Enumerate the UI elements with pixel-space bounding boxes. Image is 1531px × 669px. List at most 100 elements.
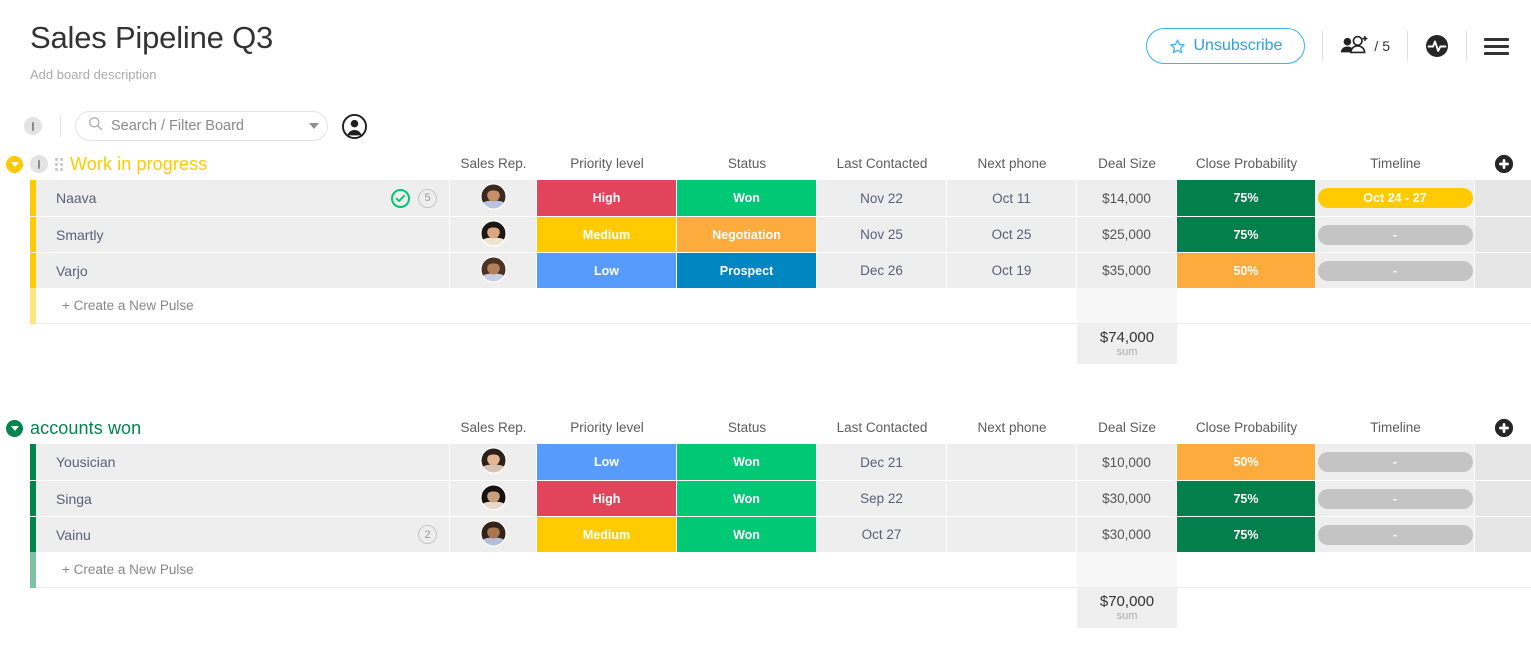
cell-close-probability[interactable]: 50%: [1177, 444, 1316, 480]
cell-sales-rep[interactable]: [450, 481, 537, 516]
cell-status[interactable]: Prospect: [677, 253, 817, 288]
column-header[interactable]: Close Probability: [1177, 148, 1316, 180]
cell-close-probability[interactable]: 75%: [1177, 517, 1316, 552]
board-description[interactable]: Add board description: [30, 67, 1507, 83]
column-header[interactable]: Next phone: [947, 412, 1077, 444]
cell-priority-level[interactable]: Low: [537, 253, 677, 288]
row-updates-count-badge[interactable]: 5: [418, 189, 437, 208]
column-header[interactable]: Priority level: [537, 148, 677, 180]
deal-size-sum[interactable]: $70,000 sum: [1077, 588, 1177, 628]
cell-status[interactable]: Won: [677, 444, 817, 480]
cell-status[interactable]: Won: [677, 180, 817, 216]
cell-sales-rep[interactable]: [450, 180, 537, 216]
row-updates-count-badge[interactable]: 2: [418, 525, 437, 544]
cell-deal-size[interactable]: $10,000: [1077, 444, 1177, 480]
cell-name[interactable]: Varjo: [36, 253, 450, 288]
column-header[interactable]: Deal Size: [1077, 148, 1177, 180]
cell-last-contacted[interactable]: Sep 22: [817, 481, 947, 516]
cell-last-contacted[interactable]: Dec 21: [817, 444, 947, 480]
table-row[interactable]: Varjo Low Prospect Dec 26 Oct 19 $35,000…: [0, 252, 1531, 288]
user-avatar-icon[interactable]: [342, 114, 367, 139]
group-title[interactable]: Work in progress: [70, 154, 207, 175]
create-pulse-row[interactable]: + Create a New Pulse: [0, 288, 1531, 324]
cell-deal-size[interactable]: $25,000: [1077, 217, 1177, 252]
timeline-pill[interactable]: Oct 24 - 27: [1318, 188, 1473, 208]
timeline-pill[interactable]: -: [1318, 225, 1473, 245]
cell-name[interactable]: Yousician: [36, 444, 450, 480]
search-input[interactable]: [109, 112, 301, 140]
column-header[interactable]: Timeline: [1316, 148, 1475, 180]
group-collapse-toggle[interactable]: [6, 420, 23, 437]
cell-next-phone[interactable]: [947, 481, 1077, 516]
cell-timeline[interactable]: -: [1316, 253, 1475, 288]
cell-name[interactable]: Singa: [36, 481, 450, 516]
column-header[interactable]: Next phone: [947, 148, 1077, 180]
cell-sales-rep[interactable]: [450, 517, 537, 552]
column-header[interactable]: Close Probability: [1177, 412, 1316, 444]
cell-next-phone[interactable]: Oct 25: [947, 217, 1077, 252]
timeline-pill[interactable]: -: [1318, 489, 1473, 509]
cell-timeline[interactable]: -: [1316, 517, 1475, 552]
create-pulse-row[interactable]: + Create a New Pulse: [0, 552, 1531, 588]
cell-close-probability[interactable]: 50%: [1177, 253, 1316, 288]
table-row[interactable]: Singa High Won Sep 22 $30,000 75% -: [0, 480, 1531, 516]
cell-deal-size[interactable]: $35,000: [1077, 253, 1177, 288]
cell-priority-level[interactable]: High: [537, 481, 677, 516]
cell-sales-rep[interactable]: [450, 217, 537, 252]
create-pulse-input[interactable]: + Create a New Pulse: [36, 552, 450, 588]
cell-close-probability[interactable]: 75%: [1177, 481, 1316, 516]
cell-last-contacted[interactable]: Nov 22: [817, 180, 947, 216]
group-info-icon[interactable]: [30, 155, 48, 173]
unsubscribe-button[interactable]: Unsubscribe: [1146, 28, 1305, 64]
column-header[interactable]: Last Contacted: [817, 412, 947, 444]
cell-last-contacted[interactable]: Nov 25: [817, 217, 947, 252]
column-header[interactable]: Status: [677, 412, 817, 444]
cell-priority-level[interactable]: Medium: [537, 517, 677, 552]
search-filter-box[interactable]: [75, 111, 328, 141]
create-pulse-input[interactable]: + Create a New Pulse: [36, 288, 450, 324]
cell-last-contacted[interactable]: Oct 27: [817, 517, 947, 552]
cell-next-phone[interactable]: Oct 11: [947, 180, 1077, 216]
cell-priority-level[interactable]: High: [537, 180, 677, 216]
row-check-badge-icon[interactable]: [391, 189, 410, 208]
cell-last-contacted[interactable]: Dec 26: [817, 253, 947, 288]
table-row[interactable]: Naava 5 High Won Nov 22 Oct 11 $14,000 7…: [0, 180, 1531, 216]
column-header[interactable]: Priority level: [537, 412, 677, 444]
table-row[interactable]: Smartly Medium Negotiation Nov 25 Oct 25…: [0, 216, 1531, 252]
cell-deal-size[interactable]: $14,000: [1077, 180, 1177, 216]
group-collapse-toggle[interactable]: [6, 156, 23, 173]
cell-deal-size[interactable]: $30,000: [1077, 481, 1177, 516]
column-header[interactable]: Timeline: [1316, 412, 1475, 444]
group-title[interactable]: accounts won: [30, 418, 141, 439]
cell-close-probability[interactable]: 75%: [1177, 217, 1316, 252]
deal-size-sum[interactable]: $74,000 sum: [1077, 324, 1177, 364]
cell-name[interactable]: Naava 5: [36, 180, 450, 216]
cell-timeline[interactable]: -: [1316, 481, 1475, 516]
cell-status[interactable]: Won: [677, 517, 817, 552]
cell-timeline[interactable]: -: [1316, 444, 1475, 480]
cell-status[interactable]: Negotiation: [677, 217, 817, 252]
cell-name[interactable]: Vainu 2: [36, 517, 450, 552]
subscribers-button[interactable]: / 5: [1340, 35, 1390, 58]
cell-next-phone[interactable]: [947, 517, 1077, 552]
activity-pulse-icon[interactable]: [1425, 34, 1449, 58]
cell-next-phone[interactable]: Oct 19: [947, 253, 1077, 288]
cell-timeline[interactable]: Oct 24 - 27: [1316, 180, 1475, 216]
hamburger-menu-icon[interactable]: [1484, 38, 1509, 55]
column-header[interactable]: Sales Rep.: [450, 412, 537, 444]
cell-priority-level[interactable]: Medium: [537, 217, 677, 252]
timeline-pill[interactable]: -: [1318, 525, 1473, 545]
table-row[interactable]: Vainu 2 Medium Won Oct 27 $30,000 75% -: [0, 516, 1531, 552]
cell-timeline[interactable]: -: [1316, 217, 1475, 252]
cell-sales-rep[interactable]: [450, 444, 537, 480]
cell-name[interactable]: Smartly: [36, 217, 450, 252]
add-column-icon[interactable]: [1475, 412, 1531, 444]
column-header[interactable]: Sales Rep.: [450, 148, 537, 180]
timeline-pill[interactable]: -: [1318, 452, 1473, 472]
cell-deal-size[interactable]: $30,000: [1077, 517, 1177, 552]
timeline-pill[interactable]: -: [1318, 261, 1473, 281]
cell-priority-level[interactable]: Low: [537, 444, 677, 480]
cell-close-probability[interactable]: 75%: [1177, 180, 1316, 216]
column-header[interactable]: Deal Size: [1077, 412, 1177, 444]
group-drag-handle-icon[interactable]: [55, 158, 63, 171]
